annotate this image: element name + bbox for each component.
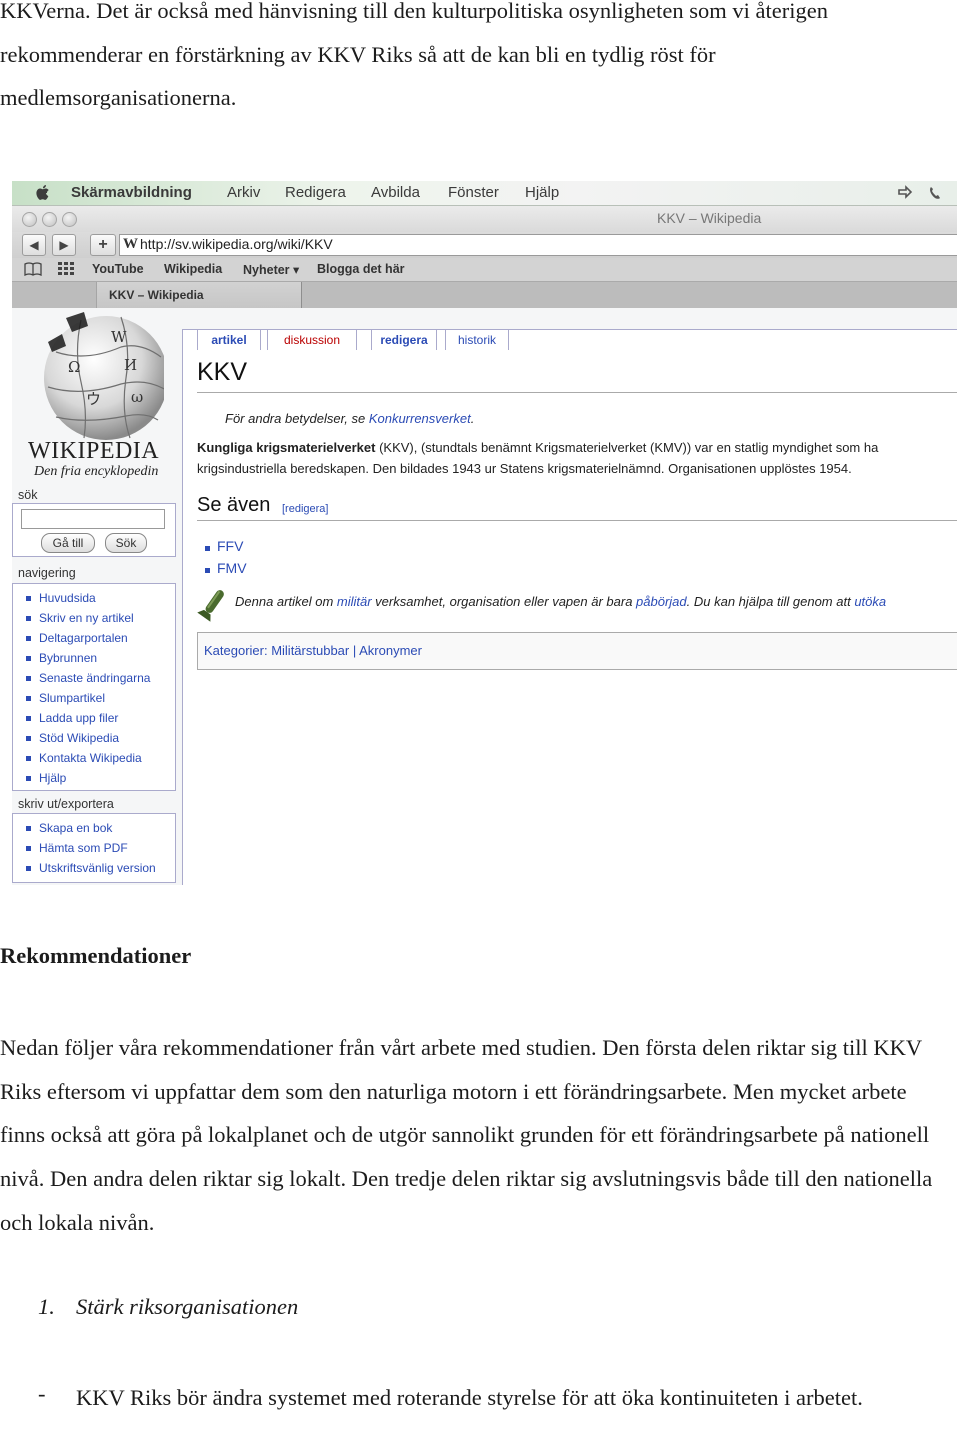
- list-item-text: KKV Riks bör ändra systemet med roterand…: [76, 1385, 863, 1410]
- address-text[interactable]: http://sv.wikipedia.org/wiki/KKV: [140, 236, 333, 252]
- nav-item-huvudsida[interactable]: Huvudsida: [13, 588, 175, 608]
- see-also-heading: Se även: [197, 494, 271, 516]
- military-stub-icon: [197, 590, 224, 622]
- svg-text:Ω: Ω: [68, 358, 80, 376]
- list-bullet-dash: -: [38, 1381, 46, 1406]
- see-also-edit-link[interactable]: [redigera]: [282, 503, 328, 515]
- stub-link-militar[interactable]: militär: [337, 594, 372, 609]
- menu-hjalp[interactable]: Hjälp: [525, 184, 559, 201]
- hatnote-link[interactable]: Konkurrensverket: [369, 411, 471, 426]
- hatnote-end: .: [470, 411, 475, 426]
- grid-icon[interactable]: [58, 262, 74, 276]
- svg-text:ウ: ウ: [86, 390, 101, 408]
- export-item-bok[interactable]: Skapa en bok: [13, 818, 175, 838]
- go-button[interactable]: Gå till: [41, 533, 95, 553]
- browser-toolbar: ◀ ▶ + W http://sv.wikipedia.org/wiki/KKV: [12, 232, 957, 258]
- wikipedia-screenshot-figure: Skärmavbildning Arkiv Redigera Avbilda F…: [12, 181, 957, 885]
- apple-icon[interactable]: [36, 184, 52, 201]
- navigation-portlet: Huvudsida Skriv en ny artikel Deltagarpo…: [12, 583, 176, 791]
- nav-item-skriv[interactable]: Skriv en ny artikel: [13, 608, 175, 628]
- bookmark-blogga[interactable]: Blogga det här: [317, 262, 405, 276]
- subheading: Stärk riksorganisationen: [76, 1294, 299, 1319]
- wikipedia-globe-logo[interactable]: W Ω И ウ ω: [26, 312, 164, 442]
- zoom-window-button[interactable]: [62, 212, 77, 227]
- export-item-utskrift[interactable]: Utskriftsvänlig version: [13, 858, 175, 878]
- address-bar[interactable]: W http://sv.wikipedia.org/wiki/KKV: [119, 234, 957, 256]
- main-paragraph: Nedan följer våra rekommendationer från …: [0, 1035, 933, 1235]
- section-heading: Rekommendationer: [0, 943, 192, 968]
- article-bold-term: Kungliga krigsmaterielverket: [197, 440, 376, 455]
- window-title: KKV – Wikipedia: [657, 210, 762, 226]
- nav-item-deltagarportalen[interactable]: Deltagarportalen: [13, 628, 175, 648]
- navigation-heading: navigering: [18, 566, 76, 580]
- wikipedia-wordmark: WIKIPEDIA: [28, 438, 160, 464]
- stub-link-paborjad[interactable]: påbörjad: [636, 594, 687, 609]
- browser-tab[interactable]: KKV – Wikipedia: [96, 282, 302, 308]
- tab-bar: KKV – Wikipedia: [12, 282, 957, 308]
- article-title: KKV: [197, 358, 248, 386]
- export-item-pdf[interactable]: Hämta som PDF: [13, 838, 175, 858]
- category-links[interactable]: Kategorier: Militärstubbar | Akronymer: [204, 643, 422, 658]
- menu-arkiv[interactable]: Arkiv: [227, 184, 260, 201]
- bookmarks-bar: YouTube Wikipedia Nyheter ▾ Blogga det h…: [12, 258, 957, 282]
- phone-icon[interactable]: [927, 185, 945, 201]
- svg-text:ω: ω: [131, 388, 143, 406]
- svg-text:W: W: [111, 328, 127, 346]
- back-button[interactable]: ◀: [22, 234, 46, 256]
- wikipedia-favicon: W: [123, 236, 138, 252]
- tab-diskussion[interactable]: diskussion: [267, 329, 357, 350]
- article-body-line-2: krigsindustriella beredskapen. Den bilda…: [197, 461, 852, 476]
- search-button[interactable]: Sök: [105, 533, 147, 553]
- wikipedia-tagline: Den fria encyklopedin: [34, 464, 159, 479]
- menu-redigera[interactable]: Redigera: [285, 184, 346, 201]
- add-bookmark-button[interactable]: +: [90, 234, 116, 256]
- see-also-bullet: [205, 568, 210, 573]
- export-portlet: Skapa en bok Hämta som PDF Utskriftsvänl…: [12, 813, 176, 883]
- svg-text:И: И: [124, 356, 137, 374]
- article-body-text-1: (KKV), (stundtals benämnt Krigsmaterielv…: [375, 440, 879, 455]
- menu-fonster[interactable]: Fönster: [448, 184, 499, 201]
- menu-avbilda[interactable]: Avbilda: [371, 184, 420, 201]
- minimize-window-button[interactable]: [42, 212, 57, 227]
- article-content: KKV För andra betydelser, se Konkurrensv…: [182, 329, 957, 885]
- nav-item-senaste[interactable]: Senaste ändringarna: [13, 668, 175, 688]
- search-input[interactable]: [21, 509, 165, 529]
- export-heading: skriv ut/exportera: [18, 797, 114, 811]
- search-heading: sök: [18, 488, 38, 502]
- stub-link-utoka[interactable]: utöka: [854, 594, 886, 609]
- bookmark-youtube[interactable]: YouTube: [92, 262, 144, 276]
- window-title-bar: KKV – Wikipedia: [12, 206, 957, 232]
- bookmark-wikipedia[interactable]: Wikipedia: [164, 262, 222, 276]
- category-box: Kategorier: Militärstubbar | Akronymer: [197, 632, 957, 670]
- title-divider: [197, 392, 957, 393]
- bookmark-nyheter[interactable]: Nyheter ▾: [243, 262, 299, 277]
- tab-historik[interactable]: historik: [445, 329, 509, 350]
- sync-icon[interactable]: [896, 185, 914, 201]
- book-icon[interactable]: [24, 262, 42, 276]
- hatnote-text: För andra betydelser, se: [225, 411, 369, 426]
- search-portlet: Gå till Sök: [12, 503, 176, 557]
- see-also-divider: [197, 520, 957, 521]
- see-also-fmv[interactable]: FMV: [217, 560, 247, 576]
- forward-button[interactable]: ▶: [52, 234, 76, 256]
- top-paragraph: KKVerna. Det är också med hänvisning til…: [0, 0, 828, 111]
- nav-item-bybrunnen[interactable]: Bybrunnen: [13, 648, 175, 668]
- nav-item-kontakta[interactable]: Kontakta Wikipedia: [13, 748, 175, 768]
- nav-item-slumpartikel[interactable]: Slumpartikel: [13, 688, 175, 708]
- subheading-number: 1.: [38, 1294, 55, 1319]
- tab-redigera[interactable]: redigera: [371, 329, 437, 350]
- nav-item-hjalp[interactable]: Hjälp: [13, 768, 175, 788]
- nav-item-stod[interactable]: Stöd Wikipedia: [13, 728, 175, 748]
- menu-bar: Skärmavbildning Arkiv Redigera Avbilda F…: [12, 181, 957, 206]
- close-window-button[interactable]: [22, 212, 37, 227]
- hatnote: För andra betydelser, se Konkurrensverke…: [225, 411, 474, 426]
- article-body-line-1: Kungliga krigsmaterielverket (KKV), (stu…: [197, 440, 878, 455]
- nav-item-ladda-upp[interactable]: Ladda upp filer: [13, 708, 175, 728]
- see-also-ffv[interactable]: FFV: [217, 538, 243, 554]
- menu-skarmavbildning[interactable]: Skärmavbildning: [71, 184, 192, 201]
- see-also-bullet: [205, 546, 210, 551]
- tab-artikel[interactable]: artikel: [197, 329, 261, 350]
- browser-tab-label: KKV – Wikipedia: [109, 288, 204, 302]
- stub-notice: Denna artikel om militär verksamhet, org…: [235, 594, 887, 609]
